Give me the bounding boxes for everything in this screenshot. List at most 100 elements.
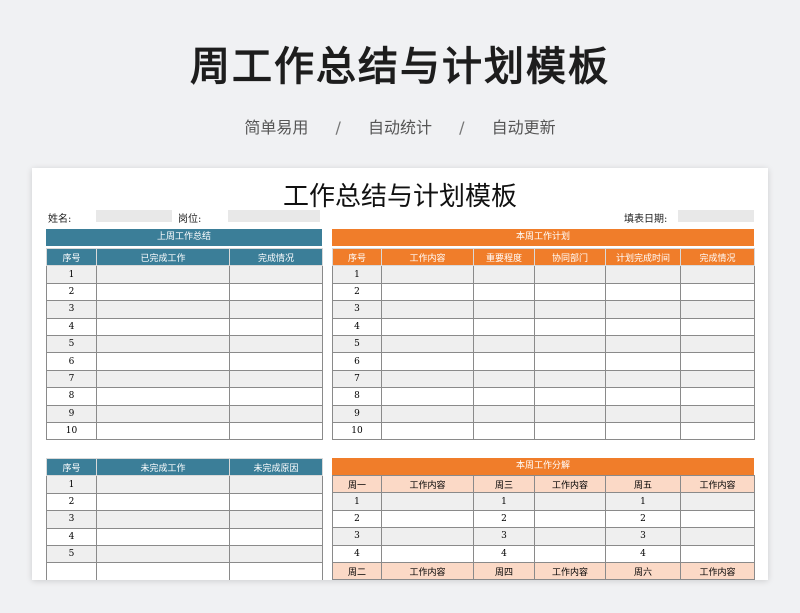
table-cell[interactable]: [534, 387, 606, 406]
table-row: 3 3 3: [332, 527, 755, 546]
table-cell[interactable]: [381, 369, 474, 389]
table-cell[interactable]: [96, 527, 230, 546]
table-cell[interactable]: [96, 421, 230, 441]
table-cell[interactable]: [605, 404, 681, 423]
table-cell[interactable]: [96, 387, 230, 406]
table-cell[interactable]: [534, 352, 606, 371]
table-cell[interactable]: [534, 404, 606, 423]
table-cell[interactable]: [534, 527, 606, 546]
table-cell[interactable]: [381, 334, 474, 354]
table-cell[interactable]: [605, 282, 681, 302]
table-cell[interactable]: [229, 562, 323, 580]
table-cell[interactable]: [229, 404, 323, 423]
table-cell[interactable]: [534, 544, 606, 563]
table-cell[interactable]: [605, 352, 681, 371]
table-cell[interactable]: [680, 300, 755, 319]
table-cell[interactable]: [229, 544, 323, 564]
table-cell[interactable]: [473, 404, 535, 423]
table-cell[interactable]: [534, 421, 606, 441]
table-cell[interactable]: [229, 282, 323, 302]
table-cell[interactable]: [534, 334, 606, 354]
table-cell[interactable]: [534, 492, 606, 511]
table-cell[interactable]: [680, 369, 755, 389]
table-cell[interactable]: [381, 421, 474, 441]
table-cell[interactable]: [680, 387, 755, 406]
table-cell[interactable]: [381, 544, 474, 563]
table-cell[interactable]: [229, 475, 323, 494]
table-cell[interactable]: [229, 510, 323, 529]
table-cell[interactable]: [46, 562, 97, 580]
table-cell[interactable]: [473, 334, 535, 354]
table-cell[interactable]: [473, 387, 535, 406]
table-cell[interactable]: [680, 492, 755, 511]
table-cell[interactable]: [680, 317, 755, 336]
table-cell[interactable]: [473, 352, 535, 371]
date-field[interactable]: [678, 210, 754, 222]
table-cell[interactable]: [381, 492, 474, 511]
table-cell[interactable]: [473, 282, 535, 302]
table-cell[interactable]: [680, 509, 755, 529]
column-header: 周二: [332, 561, 382, 580]
table-cell[interactable]: [605, 369, 681, 389]
table-cell[interactable]: [229, 334, 323, 354]
table-cell[interactable]: [605, 265, 681, 284]
table-cell[interactable]: [534, 317, 606, 336]
table-cell[interactable]: [96, 317, 230, 336]
table-cell[interactable]: [534, 282, 606, 302]
table-cell[interactable]: [680, 265, 755, 284]
table-cell[interactable]: [96, 544, 230, 564]
table-cell[interactable]: [229, 352, 323, 371]
table-cell[interactable]: [381, 404, 474, 423]
table-cell[interactable]: [473, 300, 535, 319]
table-cell[interactable]: [381, 282, 474, 302]
table-cell[interactable]: [229, 527, 323, 546]
table-cell[interactable]: [229, 265, 323, 284]
table-cell[interactable]: [605, 317, 681, 336]
table-cell[interactable]: [96, 282, 230, 302]
table-cell[interactable]: [96, 492, 230, 512]
table-cell[interactable]: [96, 265, 230, 284]
table-cell[interactable]: [473, 317, 535, 336]
table-cell[interactable]: [96, 475, 230, 494]
table-cell[interactable]: [473, 265, 535, 284]
table-cell[interactable]: [381, 317, 474, 336]
table-cell[interactable]: [680, 527, 755, 546]
table-cell[interactable]: [381, 300, 474, 319]
table-cell[interactable]: [96, 369, 230, 389]
table-cell[interactable]: [680, 282, 755, 302]
name-field[interactable]: [96, 210, 172, 222]
table-cell[interactable]: [680, 421, 755, 441]
position-field[interactable]: [228, 210, 320, 222]
table-cell[interactable]: [680, 334, 755, 354]
table-cell[interactable]: [605, 334, 681, 354]
table-cell[interactable]: [680, 544, 755, 563]
table-cell[interactable]: [96, 404, 230, 423]
table-cell[interactable]: [680, 404, 755, 423]
table-cell[interactable]: [605, 387, 681, 406]
table-cell[interactable]: [229, 369, 323, 389]
table-cell[interactable]: [680, 352, 755, 371]
table-cell[interactable]: [605, 421, 681, 441]
table-cell[interactable]: [381, 265, 474, 284]
table-cell[interactable]: [381, 387, 474, 406]
table-cell[interactable]: [229, 492, 323, 512]
table-cell[interactable]: [534, 265, 606, 284]
table-cell[interactable]: [381, 509, 474, 529]
table-cell[interactable]: [534, 300, 606, 319]
table-cell[interactable]: [96, 562, 230, 580]
table-cell[interactable]: [96, 352, 230, 371]
table-cell[interactable]: [96, 510, 230, 529]
table-cell[interactable]: [229, 300, 323, 319]
table-cell[interactable]: [473, 421, 535, 441]
table-cell[interactable]: [229, 421, 323, 441]
table-cell[interactable]: [473, 369, 535, 389]
table-cell[interactable]: [534, 509, 606, 529]
table-cell[interactable]: [229, 317, 323, 336]
table-cell[interactable]: [605, 300, 681, 319]
table-cell[interactable]: [96, 334, 230, 354]
table-cell[interactable]: [96, 300, 230, 319]
table-cell[interactable]: [381, 352, 474, 371]
table-cell[interactable]: [381, 527, 474, 546]
table-cell[interactable]: [229, 387, 323, 406]
table-cell[interactable]: [534, 369, 606, 389]
